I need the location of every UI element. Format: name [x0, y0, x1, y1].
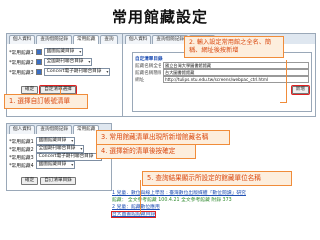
form-title: 自定清單目錄 — [135, 56, 163, 62]
confirm-button[interactable]: 確定 — [21, 86, 39, 94]
settings-row-2: *常用館藏2 全國期刊聯合目錄 — [9, 145, 85, 153]
result-holdings: 館藏： 全文參考館藏 100.4.21 全文參考館藏 附錄 373 — [112, 198, 232, 203]
callout-step-5: 5. 查詢結果顯示所設定的館藏單位名稱 — [142, 171, 292, 186]
row-label: *常用館藏2 — [9, 60, 34, 66]
custom-list-button[interactable]: 自訂清單目錄 — [40, 177, 76, 185]
tab-bar: 個人資料 查詢借閱記錄 常用館藏 查詢 — [7, 34, 134, 44]
row-label: *常用館藏1 — [9, 139, 34, 145]
collection-select-4[interactable]: 國圖館藏目錄 — [35, 161, 76, 169]
row-label: *常用館藏3 — [9, 155, 34, 161]
url-input[interactable]: http://tulips.ntu.edu.tw/screens/webpac_… — [163, 76, 309, 83]
settings-actions: 確定 自訂清單目錄 — [21, 177, 76, 185]
tab-search[interactable]: 查詢 — [100, 35, 118, 44]
shortname-label: 館藏名稱簡稱 — [135, 70, 161, 76]
tab-profile[interactable]: 個人資料 — [9, 35, 36, 44]
tab-common-collections[interactable]: 常用館藏 — [72, 35, 100, 44]
search-results: 1 兒童．數位與線上學習 : 臺灣數位出版媒體「數位閱讀」研究 館藏： 全文參考… — [110, 190, 317, 218]
result-title-link[interactable]: 1 兒童．數位與線上學習 : 臺灣數位出版媒體「數位閱讀」研究 — [112, 191, 246, 196]
result-line-2: 2 兒童：館藏數位應用 — [112, 204, 317, 211]
fullname-label: 館藏名稱全名 — [135, 63, 161, 69]
callout-step-4: 4. 選擇新的清單後按確定 — [96, 144, 196, 159]
confirm-button[interactable]: 確定 — [21, 177, 39, 185]
callout-step-3: 3. 常用館藏清單出現所新增館藏名稱 — [96, 130, 230, 145]
connector-step-2 — [280, 60, 287, 103]
tab-borrow-records[interactable]: 查詢借閱記錄 — [36, 35, 72, 44]
row-checkbox[interactable] — [35, 59, 42, 65]
row-checkbox[interactable] — [35, 49, 42, 55]
custom-list-button[interactable]: 自定清單選擇 — [39, 85, 77, 95]
collection-select-3[interactable]: Concert電子期刊聯合目錄 — [43, 68, 111, 76]
collection-select-3[interactable]: Concert電子期刊聯合目錄 — [35, 153, 103, 161]
fullname-input[interactable]: 國立台灣大學圖書館館藏 — [163, 62, 309, 69]
callout-step-1: 1. 選擇自訂帳號清單 — [4, 94, 88, 109]
shortname-input[interactable]: 台大圖書館館藏 — [163, 69, 309, 76]
tab-profile[interactable]: 個人資料 — [9, 125, 36, 134]
result-title-link[interactable]: 2 兒童：館藏數位應用 — [112, 205, 160, 210]
tab-profile[interactable]: 個人資料 — [125, 35, 152, 44]
settings-row-2: *常用館藏2 全國期刊聯合目錄 — [9, 58, 93, 66]
callout-step-2: 2. 輸入設定常用館之全名、簡稱、網址後按新增 — [184, 36, 284, 58]
page-title: 常用館藏設定 — [111, 8, 208, 26]
row-label: *常用館藏3 — [9, 70, 34, 76]
collection-highlight[interactable]: 台大圖書館館藏目錄 — [110, 211, 157, 218]
tab-borrow-records[interactable]: 查詢借閱記錄 — [152, 35, 188, 44]
connector-step-5 — [140, 180, 141, 214]
tab-borrow-records[interactable]: 查詢借閱記錄 — [36, 125, 72, 134]
settings-row-1: *常用館藏1 國圖館藏目錄 — [9, 48, 84, 56]
collection-select-1[interactable]: 國圖館藏目錄 — [43, 48, 84, 56]
collection-select-2[interactable]: 全國期刊聯合目錄 — [43, 58, 93, 66]
connector-step-1 — [60, 88, 61, 95]
result-line-1: 1 兒童．數位與線上學習 : 臺灣數位出版媒體「數位閱讀」研究 — [112, 190, 317, 197]
settings-row-4: *常用館藏4 國圖館藏目錄 — [9, 161, 76, 169]
row-label: *常用館藏1 — [9, 50, 34, 56]
url-label: 網址 — [135, 77, 145, 83]
row-label: *常用館藏4 — [9, 163, 34, 169]
collection-select-1[interactable]: 國圖館藏目錄 — [35, 137, 76, 145]
settings-row-1: *常用館藏1 國圖館藏目錄 — [9, 137, 76, 145]
row-label: *常用館藏2 — [9, 147, 34, 153]
row-checkbox[interactable] — [35, 69, 42, 75]
settings-row-3: *常用館藏3 Concert電子期刊聯合目錄 — [9, 68, 111, 76]
settings-actions: 確定 自定清單選擇 — [21, 85, 77, 95]
add-button[interactable]: 新增 — [290, 84, 311, 95]
collection-select-2[interactable]: 全國期刊聯合目錄 — [35, 145, 85, 153]
settings-row-3: *常用館藏3 Concert電子期刊聯合目錄 — [9, 153, 103, 161]
result-highlight-row: 台大圖書館館藏目錄 — [110, 211, 317, 218]
